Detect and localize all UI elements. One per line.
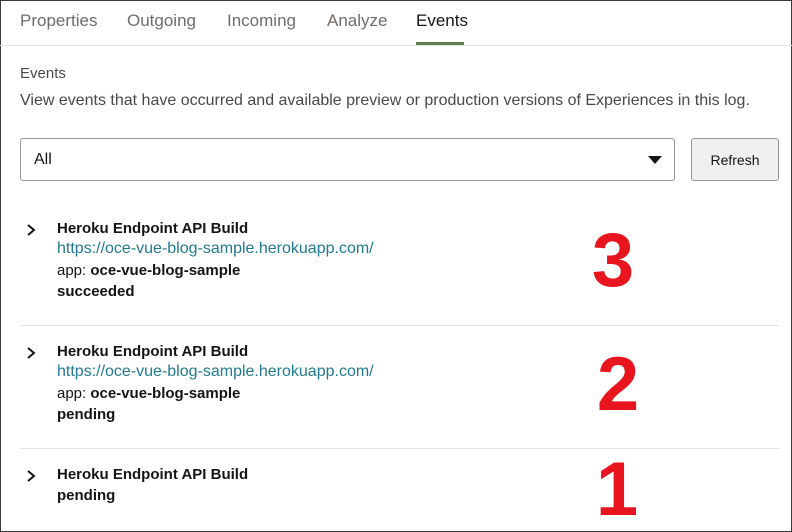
tab-properties[interactable]: Properties	[20, 11, 97, 31]
annotation-number: 3	[592, 222, 634, 292]
annotation-label: 3	[592, 222, 634, 292]
chevron-right-icon[interactable]	[24, 469, 38, 483]
caret-down-icon	[648, 156, 662, 164]
app-name: oce-vue-blog-sample	[90, 262, 241, 279]
event-title: Heroku Endpoint API Build	[57, 220, 249, 237]
event-status: pending	[57, 406, 116, 423]
section-description: View events that have occurred and avail…	[20, 92, 750, 109]
chevron-right-icon[interactable]	[24, 223, 38, 237]
event-divider	[20, 448, 779, 449]
tab-analyze[interactable]: Analyze	[327, 11, 387, 31]
event-app: app: oce-vue-blog-sample	[57, 262, 240, 279]
event-item: Heroku Endpoint API Build pending	[20, 460, 779, 520]
app-name: oce-vue-blog-sample	[90, 385, 241, 402]
event-status: succeeded	[57, 283, 135, 300]
event-item: Heroku Endpoint API Build https://oce-vu…	[20, 337, 779, 437]
active-tab-indicator	[416, 42, 464, 45]
annotation-label: 2	[597, 348, 639, 414]
event-url-link[interactable]: https://oce-vue-blog-sample.herokuapp.co…	[57, 363, 374, 381]
event-app: app: oce-vue-blog-sample	[57, 385, 240, 402]
event-divider	[20, 325, 779, 326]
tab-bar: Properties Outgoing Incoming Analyze Eve…	[0, 0, 792, 46]
annotation-number: 1	[597, 455, 637, 521]
tab-events[interactable]: Events	[416, 11, 468, 31]
event-item: Heroku Endpoint API Build https://oce-vu…	[20, 214, 779, 314]
tab-incoming[interactable]: Incoming	[227, 11, 296, 31]
select-value: All	[34, 151, 52, 168]
refresh-button[interactable]: Refresh	[691, 138, 779, 181]
tab-outgoing[interactable]: Outgoing	[127, 11, 196, 31]
event-filter-select[interactable]: All	[20, 138, 675, 181]
event-url-link[interactable]: https://oce-vue-blog-sample.herokuapp.co…	[57, 240, 374, 258]
app-label: app:	[57, 262, 87, 279]
section-title: Events	[20, 65, 66, 82]
app-label: app:	[57, 385, 87, 402]
event-title: Heroku Endpoint API Build	[57, 343, 249, 360]
annotation-label: 1	[597, 455, 637, 521]
annotation-number: 2	[597, 348, 639, 414]
event-title: Heroku Endpoint API Build	[57, 466, 249, 483]
chevron-right-icon[interactable]	[24, 346, 38, 360]
event-status: pending	[57, 487, 116, 504]
